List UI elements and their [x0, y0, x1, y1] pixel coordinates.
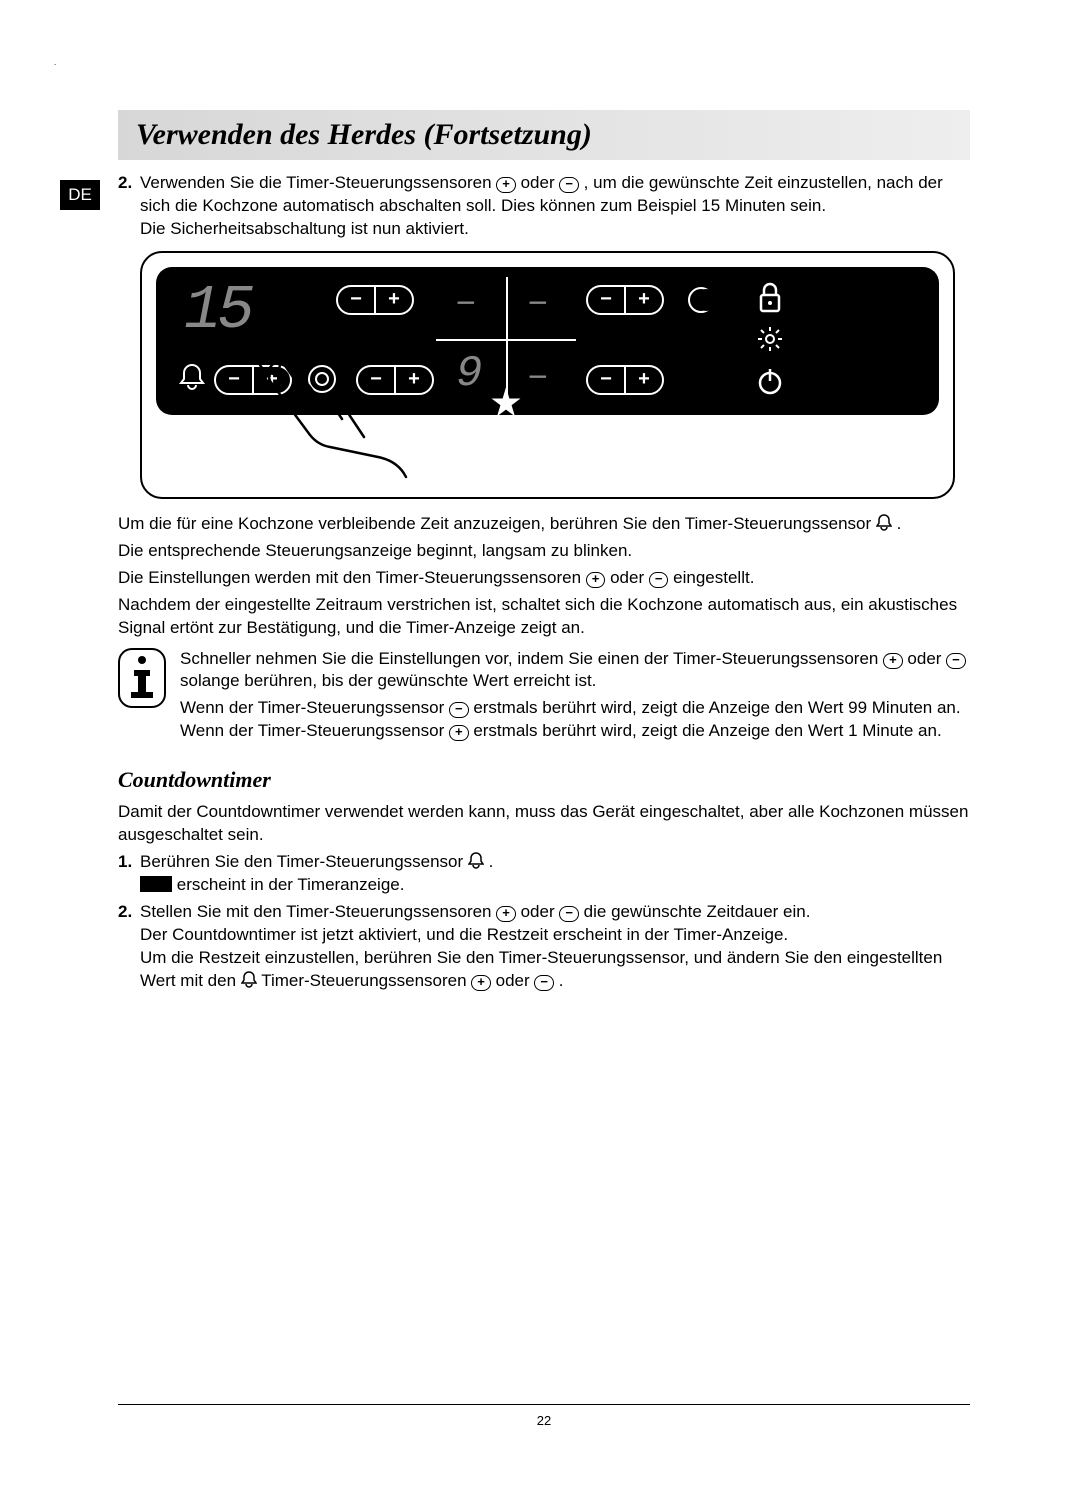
section-title: Verwenden des Herdes (Fortsetzung) — [136, 118, 952, 152]
minus-icon: − — [588, 366, 624, 393]
text-fragment: oder — [907, 649, 946, 668]
paragraph: Um die für eine Kochzone verbleibende Ze… — [118, 513, 970, 536]
minus-pill-icon: − — [559, 177, 579, 193]
step-number: 2. — [118, 172, 140, 241]
zone-control-top-right: −+ — [586, 285, 664, 315]
text-fragment: oder — [521, 173, 560, 192]
heat-star-icon — [484, 385, 528, 417]
info-note: Schneller nehmen Sie die Einstellungen v… — [118, 648, 970, 748]
minus-pill-icon: − — [449, 702, 469, 718]
plus-pill-icon: + — [496, 177, 516, 193]
bell-icon — [876, 513, 892, 531]
step-text: Stellen Sie mit den Timer-Steuerungssens… — [140, 901, 970, 993]
crescent-icon — [686, 285, 716, 315]
text-fragment: Wenn der Timer-Steuerungssensor — [180, 698, 449, 717]
info-icon — [118, 648, 166, 708]
power-icon — [756, 367, 784, 395]
minus-pill-icon: − — [946, 653, 966, 669]
step-number: 1. — [118, 851, 140, 897]
timer-display: 15 — [184, 269, 250, 353]
countdown-step-1: 1. Berühren Sie den Timer-Steuerungssens… — [118, 851, 970, 897]
minus-pill-icon: − — [559, 906, 579, 922]
control-panel-illustration: 15 −+ − − −+ — [140, 251, 955, 499]
step-text: Verwenden Sie die Timer-Steuerungssensor… — [140, 172, 970, 241]
zone-display: − — [456, 281, 476, 327]
text-fragment: Berühren Sie den Timer-Steuerungssensor — [140, 852, 468, 871]
plus-pill-icon: + — [586, 572, 606, 588]
plus-icon: + — [376, 286, 412, 313]
text-fragment: Die Einstellungen werden mit den Timer-S… — [118, 568, 586, 587]
paragraph: Schneller nehmen Sie die Einstellungen v… — [180, 648, 970, 694]
text-fragment: Timer-Steuerungssensoren — [261, 971, 471, 990]
page-footer: 22 — [118, 1404, 970, 1428]
text-fragment: die gewünschte Zeitdauer ein. — [584, 902, 811, 921]
plus-pill-icon: + — [883, 653, 903, 669]
page-number: 22 — [537, 1413, 551, 1428]
text-fragment: Der Countdowntimer ist jetzt aktiviert, … — [140, 925, 788, 944]
text-fragment: oder — [496, 971, 535, 990]
text-fragment: . — [897, 514, 902, 533]
subsection-heading: Countdowntimer — [118, 765, 970, 795]
bell-icon — [241, 970, 257, 988]
text-fragment: erscheint in der Timeranzeige. — [177, 875, 405, 894]
paragraph: Wenn der Timer-Steuerungssensor − erstma… — [180, 697, 970, 743]
page-marker: . — [54, 58, 56, 67]
language-badge: DE — [60, 180, 100, 210]
text-fragment: Die Sicherheitsabschaltung ist nun aktiv… — [140, 219, 469, 238]
body-column: 2. Verwenden Sie die Timer-Steuerungssen… — [118, 172, 970, 992]
zone-display: − — [528, 355, 548, 401]
plus-icon: + — [626, 286, 662, 313]
display-placeholder-icon — [140, 876, 172, 892]
text-fragment: Schneller nehmen Sie die Einstellungen v… — [180, 649, 883, 668]
minus-icon: − — [588, 286, 624, 313]
minus-icon: − — [338, 286, 374, 313]
divider-horizontal — [436, 339, 576, 341]
step-text: Berühren Sie den Timer-Steuerungssensor … — [140, 851, 970, 897]
hand-pointer-icon — [242, 345, 422, 485]
text-fragment: oder — [610, 568, 649, 587]
text-fragment: . — [489, 852, 494, 871]
zone-display-value: 9 — [456, 345, 482, 404]
text-fragment: Stellen Sie mit den Timer-Steuerungssens… — [140, 902, 496, 921]
info-text: Schneller nehmen Sie die Einstellungen v… — [180, 648, 970, 748]
zone-control-top-left: −+ — [336, 285, 414, 315]
paragraph: Damit der Countdowntimer verwendet werde… — [118, 801, 970, 847]
text-fragment: . — [559, 971, 564, 990]
plus-pill-icon: + — [496, 906, 516, 922]
plus-icon: + — [626, 366, 662, 393]
countdown-step-2: 2. Stellen Sie mit den Timer-Steuerungss… — [118, 901, 970, 993]
lock-icon — [756, 281, 784, 315]
text-fragment: erstmals berührt wird, zeigt die Anzeige… — [473, 721, 941, 740]
bell-icon — [178, 361, 206, 393]
step-2: 2. Verwenden Sie die Timer-Steuerungssen… — [118, 172, 970, 241]
paragraph: Nachdem der eingestellte Zeitraum verstr… — [118, 594, 970, 640]
text-fragment: solange berühren, bis der gewünschte Wer… — [180, 671, 596, 690]
minus-pill-icon: − — [649, 572, 669, 588]
text-fragment: oder — [521, 902, 560, 921]
paragraph: Die Einstellungen werden mit den Timer-S… — [118, 567, 970, 590]
zone-control-bottom-right: −+ — [586, 365, 664, 395]
step-number: 2. — [118, 901, 140, 993]
page-content: Verwenden des Herdes (Fortsetzung) DE 2.… — [0, 0, 1080, 992]
text-fragment: Um die für eine Kochzone verbleibende Ze… — [118, 514, 876, 533]
brightness-icon — [756, 325, 784, 353]
text-fragment: Verwenden Sie die Timer-Steuerungssensor… — [140, 173, 496, 192]
zone-display: − — [528, 281, 548, 327]
section-title-bar: Verwenden des Herdes (Fortsetzung) — [118, 110, 970, 160]
paragraph: Die entsprechende Steuerungsanzeige begi… — [118, 540, 970, 563]
text-fragment: eingestellt. — [673, 568, 754, 587]
plus-pill-icon: + — [449, 725, 469, 741]
minus-pill-icon: − — [534, 975, 554, 991]
bell-icon — [468, 851, 484, 869]
plus-pill-icon: + — [471, 975, 491, 991]
